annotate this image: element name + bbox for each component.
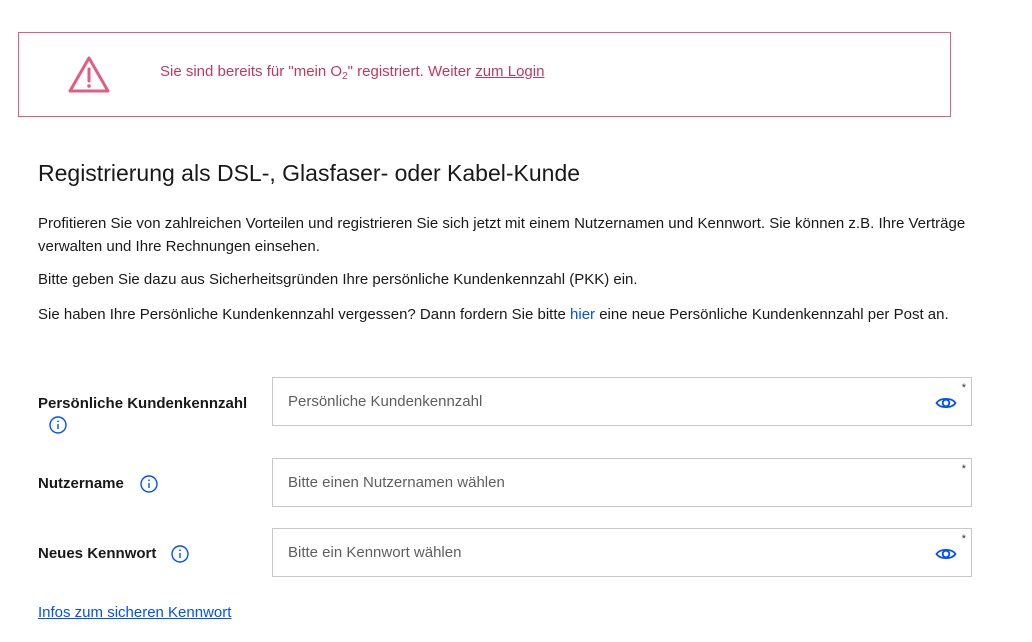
required-marker: * xyxy=(961,533,966,545)
already-registered-alert: Sie sind bereits für "mein O2" registrie… xyxy=(18,32,951,117)
password-info-link[interactable]: Infos zum sicheren Kennwort xyxy=(38,604,231,621)
username-input[interactable] xyxy=(288,459,918,506)
pkk-info-icon[interactable] xyxy=(49,416,67,434)
warning-triangle-icon xyxy=(68,56,110,93)
pkk-hint-paragraph: Bitte geben Sie dazu aus Sicherheitsgrün… xyxy=(38,271,638,288)
pkk-field: * xyxy=(272,377,972,426)
show-password-eye-icon[interactable] xyxy=(935,546,957,562)
required-marker: * xyxy=(961,382,966,394)
pkk-label: Persönliche Kundenkennzahl xyxy=(38,395,248,412)
page-title: Registrierung als DSL-, Glasfaser- oder … xyxy=(38,160,581,186)
password-info-icon[interactable] xyxy=(171,545,189,563)
forgot-pkk-paragraph: Sie haben Ihre Persönliche Kundenkennzah… xyxy=(38,306,949,323)
password-field: * xyxy=(272,528,972,577)
username-info-icon[interactable] xyxy=(140,475,158,493)
pkk-input[interactable] xyxy=(288,378,918,425)
username-label: Nutzername xyxy=(38,475,124,492)
intro-paragraph: Profitieren Sie von zahlreichen Vorteile… xyxy=(38,215,966,255)
show-password-eye-icon[interactable] xyxy=(935,395,957,411)
required-marker: * xyxy=(961,463,966,475)
login-link[interactable]: zum Login xyxy=(475,63,544,80)
request-pkk-link[interactable]: hier xyxy=(570,306,595,323)
password-label: Neues Kennwort xyxy=(38,545,157,562)
alert-message: Sie sind bereits für "mein O2" registrie… xyxy=(160,63,545,82)
password-input[interactable] xyxy=(288,529,918,576)
username-field: * xyxy=(272,458,972,507)
